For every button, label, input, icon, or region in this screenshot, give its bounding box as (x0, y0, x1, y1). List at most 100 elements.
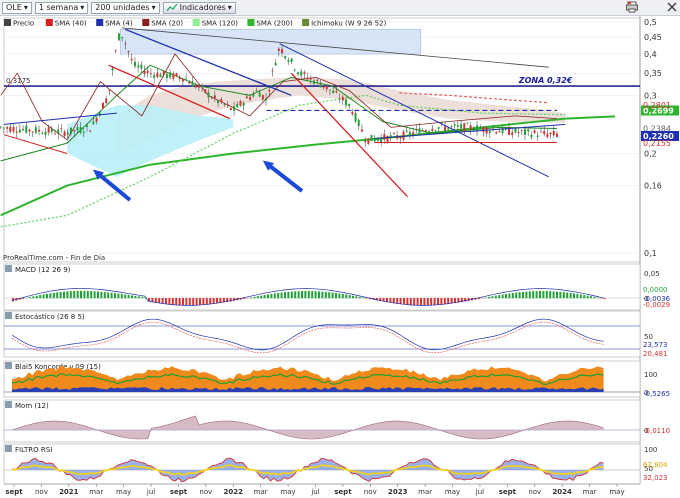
candle-body (469, 125, 472, 130)
legend-label: SMA (20) (151, 20, 183, 28)
macd-bar (508, 293, 511, 299)
indicators-button[interactable]: Indicadores ▾ (162, 1, 236, 14)
chart-area[interactable]: 0,50,450,40,350,30,20,160,1ZONA 0,32€0,3… (0, 16, 680, 498)
price-label: 0,2155 (643, 139, 671, 148)
candle-body (332, 90, 335, 94)
units-select[interactable]: 200 unidades ▾ (91, 1, 160, 14)
x-tick-label: 2021 (59, 488, 79, 496)
macd-bar (593, 296, 596, 299)
macd-bar (59, 291, 62, 299)
panel-title: FILTRO RSI (15, 446, 52, 454)
candle-body (210, 97, 213, 99)
indicator-chart-icon (166, 3, 178, 12)
macd-bar (491, 296, 494, 299)
symbol-select[interactable]: OLE ▾ (2, 1, 32, 14)
candle-body (63, 131, 66, 137)
candle-body (546, 133, 549, 137)
close-icon[interactable] (666, 1, 678, 13)
candle-body (255, 90, 258, 92)
candle-body (338, 98, 341, 100)
macd-bar (345, 294, 348, 299)
macd-bar (209, 298, 212, 305)
candle-body (376, 138, 379, 141)
macd-bar (596, 297, 599, 299)
candle-body (501, 126, 504, 134)
candle-body (12, 127, 15, 132)
x-tick-label: sept (170, 488, 188, 496)
printer-icon[interactable] (626, 1, 638, 13)
candle-body (92, 121, 95, 125)
candle-body (143, 70, 146, 75)
candle-body (303, 72, 306, 75)
macd-bar (406, 298, 409, 305)
x-tick-label: jul (475, 488, 484, 496)
x-tick-label: mar (89, 488, 103, 496)
macd-bar (365, 298, 368, 299)
candle-body (242, 103, 245, 106)
x-tick-label: jul (146, 488, 155, 496)
legend-label: Ichimoku (W 9 26 52) (311, 20, 386, 28)
legend-label: SMA (40) (55, 20, 87, 28)
candle-body (220, 99, 223, 103)
macd-bar (430, 298, 433, 306)
price-y-tick: 0,35 (644, 69, 662, 78)
indicator-panel-frame (3, 310, 641, 358)
macd-bar (525, 291, 528, 299)
macd-bar (311, 291, 314, 299)
macd-bar (515, 292, 518, 299)
macd-bar (409, 298, 412, 305)
candle-body (172, 73, 175, 79)
candle-body (418, 128, 421, 135)
macd-bar (273, 293, 276, 299)
candle-body (408, 131, 411, 135)
macd-bar (39, 295, 42, 299)
macd-bar (83, 290, 86, 299)
candle-body (25, 125, 28, 133)
candle-body (281, 49, 284, 53)
panel-y-tick: 0,05 (644, 270, 660, 278)
candle-body (258, 92, 261, 97)
candle-body (249, 97, 252, 100)
panel-menu-icon (5, 265, 12, 272)
macd-bar (522, 291, 524, 299)
x-tick-label: 2022 (224, 488, 244, 496)
macd-bar (202, 298, 205, 305)
candle-body (169, 72, 172, 78)
candle-body (437, 127, 440, 129)
macd-bar (562, 292, 565, 299)
macd-bar (318, 291, 320, 299)
macd-bar (171, 298, 174, 305)
macd-bar (131, 295, 133, 299)
panel-title: MACD (12 26 9) (15, 266, 71, 274)
candle-body (178, 77, 181, 80)
macd-bar (212, 298, 215, 304)
candle-body (265, 98, 268, 101)
macd-bar (110, 292, 113, 299)
price-y-tick: 0,5 (644, 18, 657, 27)
period-select[interactable]: 1 semana ▾ (34, 1, 89, 14)
candle-body (495, 131, 498, 134)
candle-body (428, 131, 431, 132)
macd-bar (304, 291, 307, 299)
macd-bar (290, 291, 293, 299)
candle-body (44, 131, 47, 135)
macd-bar (552, 291, 555, 299)
candle-body (57, 129, 60, 134)
candle-body (306, 77, 309, 80)
macd-bar (335, 293, 337, 299)
candle-body (312, 80, 315, 84)
macd-bar (29, 297, 31, 299)
macd-bar (267, 294, 269, 299)
candle-body (15, 131, 18, 133)
price-y-tick: 0,3 (644, 91, 657, 100)
panel-title: Mom (12) (15, 402, 49, 410)
candle-body (133, 61, 136, 67)
source-label: ProRealTime.com - Fin de Día (3, 254, 105, 262)
macd-bar (158, 298, 161, 304)
candle-body (517, 132, 520, 133)
candle-body (364, 141, 367, 143)
chevron-down-icon: ▾ (151, 2, 156, 12)
candle-body (421, 130, 424, 132)
candle-body (533, 130, 536, 133)
candle-body (101, 102, 104, 109)
